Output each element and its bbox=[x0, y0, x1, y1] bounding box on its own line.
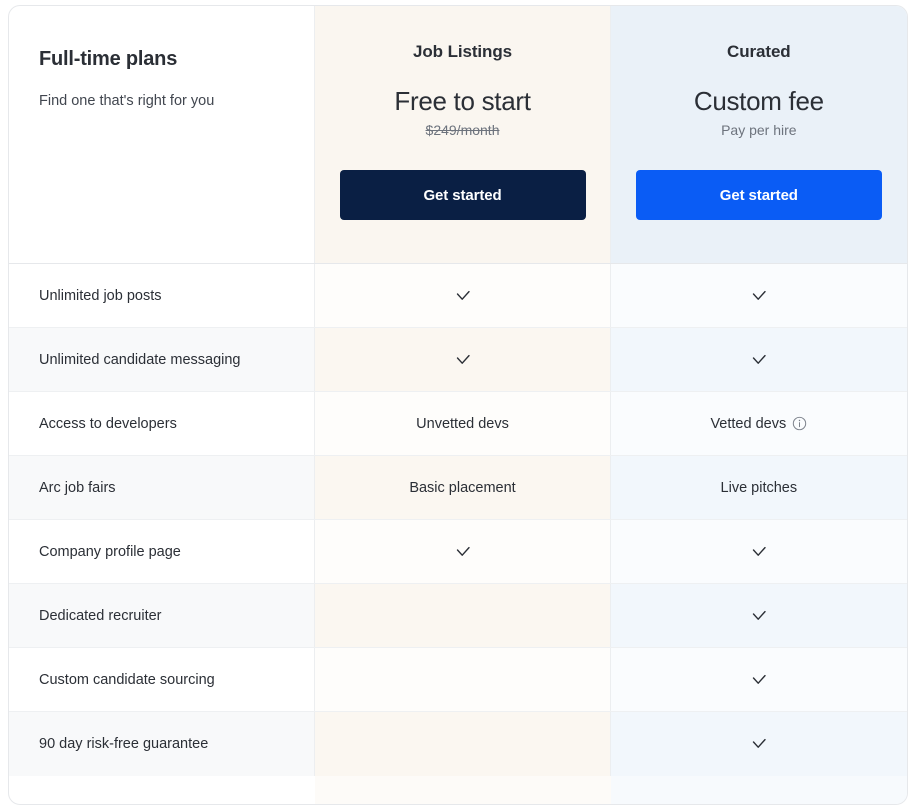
cell-curated bbox=[609, 328, 907, 391]
cell-job-listings bbox=[314, 712, 610, 776]
get-started-button-curated[interactable]: Get started bbox=[635, 170, 882, 220]
get-started-button-job-listings[interactable]: Get started bbox=[339, 170, 586, 220]
cell-curated: Live pitches bbox=[609, 456, 907, 519]
check-icon bbox=[453, 350, 473, 370]
plan-name-curated: Curated bbox=[727, 42, 791, 61]
plan-header-row: Full-time plans Find one that's right fo… bbox=[9, 6, 907, 264]
cell-job-listings: Unvetted devs bbox=[314, 392, 610, 455]
feature-label: Access to developers bbox=[39, 415, 177, 432]
table-row: Unlimited candidate messaging bbox=[9, 328, 907, 392]
table-row: Company profile page bbox=[9, 520, 907, 584]
cell-job-listings bbox=[314, 264, 610, 327]
table-row: Custom candidate sourcing bbox=[9, 648, 907, 712]
feature-label: Unlimited candidate messaging bbox=[9, 328, 315, 391]
plan-price-job-listings: Free to start bbox=[394, 86, 531, 116]
check-icon bbox=[749, 606, 769, 626]
check-icon bbox=[749, 670, 769, 690]
feature-label: 90 day risk-free guarantee bbox=[9, 712, 315, 776]
plan-note-job-listings: $249/month bbox=[425, 122, 500, 138]
feature-label: Company profile page bbox=[39, 543, 181, 560]
plan-name-job-listings: Job Listings bbox=[413, 42, 512, 61]
info-icon[interactable] bbox=[792, 416, 807, 431]
table-row: Arc job fairs Basic placement Live pitches bbox=[9, 456, 907, 520]
plans-intro-cell: Full-time plans Find one that's right fo… bbox=[9, 6, 314, 263]
check-icon bbox=[453, 542, 473, 562]
cell-curated bbox=[609, 264, 907, 327]
feature-rows: Unlimited job posts Unlimited candidate m… bbox=[9, 264, 907, 776]
plan-column-job-listings: Job Listings Free to start $249/month Ge… bbox=[314, 6, 610, 263]
cell-curated-text: Vetted devs bbox=[710, 416, 807, 432]
table-row: Access to developers Unvetted devs Vetted … bbox=[9, 392, 907, 456]
plan-price-curated: Custom fee bbox=[693, 86, 824, 116]
pricing-comparison-card: Full-time plans Find one that's right fo… bbox=[8, 5, 908, 805]
cell-curated: Vetted devs bbox=[609, 392, 907, 455]
check-icon bbox=[749, 350, 769, 370]
cell-job-listings bbox=[314, 328, 610, 391]
cell-job-listings bbox=[314, 520, 610, 583]
table-row: Unlimited job posts bbox=[9, 264, 907, 328]
page-title: Full-time plans bbox=[39, 48, 178, 70]
page-subtitle: Find one that's right for you bbox=[39, 93, 215, 109]
cell-curated-text: Live pitches bbox=[720, 479, 798, 496]
cell-curated bbox=[609, 584, 907, 647]
cell-job-listings bbox=[314, 584, 610, 647]
feature-label: Custom candidate sourcing bbox=[39, 671, 215, 688]
check-icon bbox=[749, 734, 769, 754]
cell-curated bbox=[609, 648, 907, 711]
plan-column-curated: Curated Custom fee Pay per hire Get star… bbox=[609, 6, 907, 263]
feature-label: Arc job fairs bbox=[9, 456, 315, 519]
cell-job-listings-text: Basic placement bbox=[409, 479, 516, 496]
cell-job-listings: Basic placement bbox=[314, 456, 610, 519]
cell-job-listings bbox=[314, 648, 610, 711]
feature-label: Unlimited job posts bbox=[39, 287, 162, 304]
cell-curated bbox=[609, 712, 907, 776]
table-row: 90 day risk-free guarantee bbox=[9, 712, 907, 776]
cell-job-listings-text: Unvetted devs bbox=[416, 415, 509, 432]
cell-curated bbox=[609, 520, 907, 583]
check-icon bbox=[749, 286, 769, 306]
check-icon bbox=[749, 542, 769, 562]
check-icon bbox=[453, 286, 473, 306]
feature-label: Dedicated recruiter bbox=[9, 584, 315, 647]
table-row: Dedicated recruiter bbox=[9, 584, 907, 648]
plan-note-curated: Pay per hire bbox=[721, 122, 797, 138]
